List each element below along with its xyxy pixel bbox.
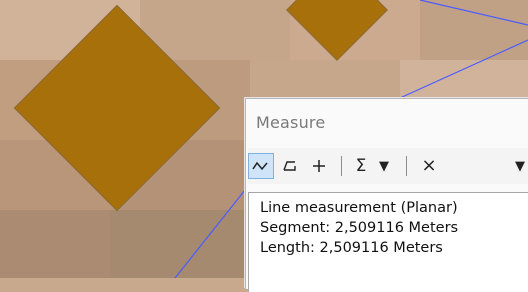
crosshair-plus-icon bbox=[313, 160, 325, 172]
measure-area-button[interactable] bbox=[276, 153, 302, 179]
measure-line-button[interactable] bbox=[248, 153, 274, 179]
polyline-measure-icon bbox=[252, 161, 268, 171]
sum-icon: Σ bbox=[355, 155, 367, 176]
result-line-length: Length: 2,509116 Meters bbox=[260, 240, 443, 256]
toolbar-separator bbox=[341, 156, 342, 176]
sum-button[interactable]: Σ bbox=[350, 153, 372, 179]
measurement-results: Line measurement (Planar) Segment: 2,509… bbox=[248, 192, 528, 292]
measure-feature-button[interactable] bbox=[306, 153, 332, 179]
blue-line bbox=[399, 39, 528, 99]
blue-line bbox=[174, 189, 246, 278]
result-line-segment: Segment: 2,509116 Meters bbox=[260, 220, 459, 236]
sum-dropdown-button[interactable]: ▼ bbox=[374, 153, 394, 179]
clear-icon: × bbox=[421, 155, 437, 176]
units-dropdown-button[interactable]: ▼ bbox=[510, 153, 528, 179]
toolbar-separator bbox=[406, 156, 407, 176]
blue-line bbox=[419, 0, 528, 26]
area-measure-icon bbox=[283, 161, 296, 171]
chevron-down-icon: ▼ bbox=[379, 158, 389, 174]
measure-toolbar: Σ ▼ × ▼ bbox=[248, 148, 528, 184]
clear-button[interactable]: × bbox=[418, 153, 440, 179]
window-title: Measure bbox=[256, 113, 326, 132]
result-line-type: Line measurement (Planar) bbox=[260, 200, 458, 216]
chevron-down-icon: ▼ bbox=[515, 158, 525, 174]
measure-window[interactable]: Measure Σ ▼ × ▼ Line measurement (Planar… bbox=[245, 98, 528, 292]
